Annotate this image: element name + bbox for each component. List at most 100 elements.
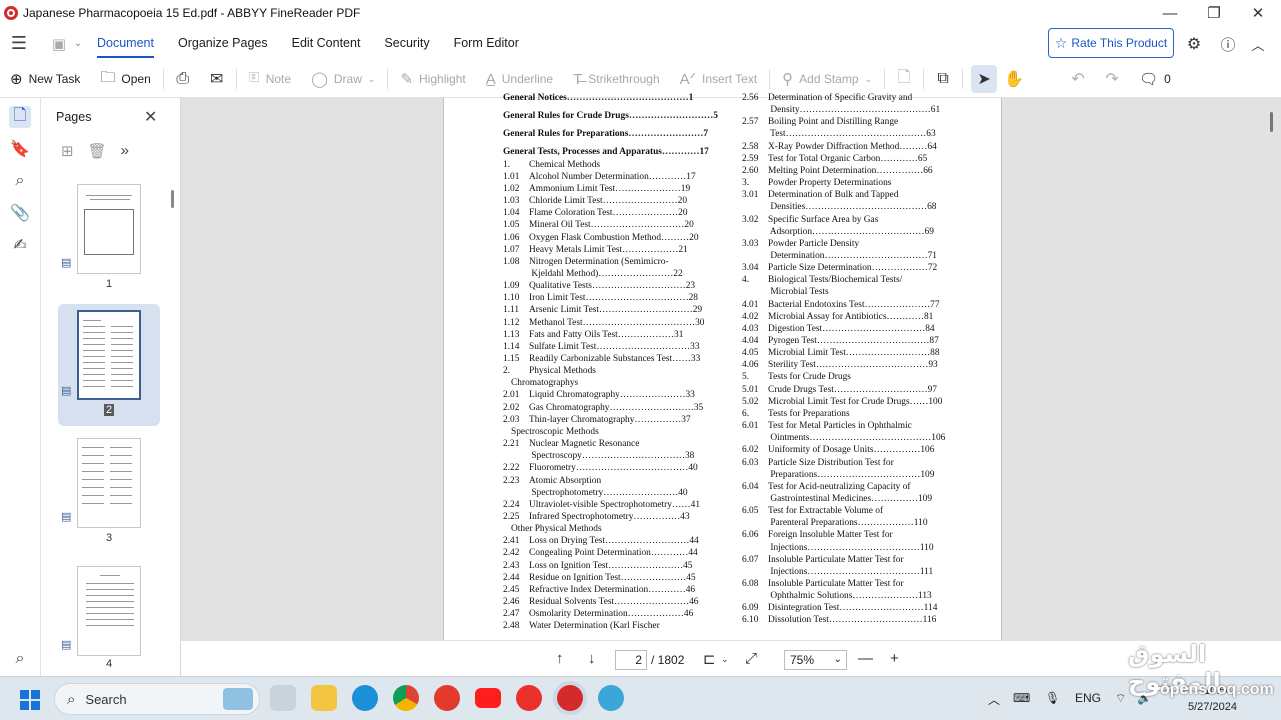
toc-entry: Other Physical Methods xyxy=(511,523,602,535)
toc-entry: 2.56 Determination of Specific Gravity an… xyxy=(742,92,912,104)
toc-entry: 1.10 Iron Limit Test……………………………28 xyxy=(503,292,698,304)
print-icon[interactable]: ⎙ xyxy=(166,61,200,98)
edge-browser-icon[interactable] xyxy=(352,685,378,711)
menu-document[interactable]: Document xyxy=(85,26,166,61)
bookmark-icon[interactable]: 🔖 xyxy=(9,138,31,160)
chevron-down-icon[interactable]: ⌄ xyxy=(721,654,729,665)
toc-text: Congealing Point Determination…………44 xyxy=(529,548,698,559)
toc-text: Flame Coloration Test…………………20 xyxy=(529,208,688,219)
collapse-ribbon-icon[interactable]: ︿ xyxy=(1236,29,1280,59)
toc-text: Kjeldahl Method)……………………22 xyxy=(529,268,683,279)
draw-button[interactable]: ◯ Draw ⌄ xyxy=(301,61,385,98)
highlighter-icon: ✎ xyxy=(400,71,414,88)
delete-page-icon[interactable]: 🗑 xyxy=(88,142,107,160)
page-thumbnail-3[interactable]: ▤ 3 xyxy=(58,436,160,558)
toc-entry: General Rules for Preparations……………………7 xyxy=(503,128,708,140)
add-page-icon[interactable]: ⊞ xyxy=(61,142,74,160)
toc-entry: 4.06 Sterility Test………………………………93 xyxy=(742,359,938,371)
toc-number: 4.05 xyxy=(742,348,759,359)
yandex-icon[interactable] xyxy=(434,685,460,711)
microphone-icon[interactable]: 🎙 xyxy=(1045,691,1060,705)
close-window-button[interactable]: ✕ xyxy=(1236,0,1280,26)
youtube-icon[interactable] xyxy=(475,688,501,708)
toc-text: Iron Limit Test……………………………28 xyxy=(529,293,698,304)
toc-entry: 2.44 Residue on Ignition Test…………………45 xyxy=(503,572,696,584)
toc-text: Test for Extractable Volume of xyxy=(768,506,884,517)
wifi-icon[interactable]: ⌔ xyxy=(1115,691,1126,706)
menu-edit-content[interactable]: Edit Content xyxy=(280,26,373,61)
search-icon[interactable]: ⌕ xyxy=(9,170,31,192)
note-button[interactable]: 🗉 Note xyxy=(239,61,301,98)
zoom-value: 75% xyxy=(790,653,815,667)
rate-this-product-button[interactable]: ☆ Rate This Product xyxy=(1048,28,1174,58)
taskbar-search-box[interactable]: ⌕ Search xyxy=(54,683,260,715)
toc-text: Fats and Fatty Oils Test………………31 xyxy=(529,329,684,340)
toc-text: Spectrophotometry……………………40 xyxy=(529,487,688,498)
file-explorer-icon[interactable] xyxy=(311,685,337,711)
select-cursor-icon[interactable]: ➤ xyxy=(971,65,998,93)
rate-label: Rate This Product xyxy=(1071,36,1168,50)
minimize-button[interactable]: — xyxy=(1148,0,1192,26)
toc-text: Ammonium Limit Test…………………19 xyxy=(529,183,691,194)
document-scrollbar[interactable] xyxy=(1270,112,1273,132)
save-dropdown-chevron-icon[interactable]: ⌄ xyxy=(71,38,85,49)
signature-icon[interactable]: ✍ xyxy=(9,234,31,256)
page-number-input[interactable]: 2 xyxy=(615,650,647,670)
email-icon[interactable]: ✉ xyxy=(200,61,234,98)
toc-text: Adsorption………………………………69 xyxy=(768,226,934,237)
toc-entry: 1.09 Qualitative Tests…………………………23 xyxy=(503,280,695,292)
yandex-browser-icon[interactable] xyxy=(516,685,542,711)
undo-icon[interactable]: ↶ xyxy=(1061,61,1095,98)
toc-entry: 2. Physical Methods xyxy=(503,365,596,377)
menu-form-editor[interactable]: Form Editor xyxy=(442,26,531,61)
attachment-icon[interactable]: 📎 xyxy=(9,202,31,224)
clock-date[interactable]: 5/27/2024 xyxy=(1188,701,1237,713)
page-thumbnail-1[interactable]: ▤ 1 xyxy=(58,182,160,304)
zoom-in-icon[interactable]: + xyxy=(890,650,899,667)
toc-text: Bacterial Endotoxins Test…………………77 xyxy=(768,299,940,310)
screenshot-icon[interactable]: ⧉ xyxy=(926,61,960,98)
menu-security[interactable]: Security xyxy=(372,26,441,61)
windows-start-icon[interactable] xyxy=(20,690,40,710)
close-icon[interactable]: ✕ xyxy=(144,107,157,127)
hand-tool-icon[interactable]: ✋ xyxy=(997,61,1031,98)
toc-number: 2.25 xyxy=(503,511,520,522)
toc-number: 4.01 xyxy=(742,299,759,310)
hamburger-menu-icon[interactable]: ☰ xyxy=(7,33,31,54)
chrome-browser-icon[interactable] xyxy=(393,685,419,711)
fit-page-icon[interactable]: ⤢ xyxy=(745,650,757,667)
menu-organize-pages[interactable]: Organize Pages xyxy=(166,26,280,61)
expand-panel-icon[interactable]: » xyxy=(121,142,129,160)
zoom-select[interactable]: 75% ⌄ xyxy=(784,650,847,670)
page-thumbnail-4[interactable]: ▤ 4 xyxy=(58,564,160,686)
tray-overflow-icon[interactable]: ︿ xyxy=(988,691,1000,708)
zoom-out-icon[interactable]: — xyxy=(858,650,873,667)
document-viewer[interactable]: General Notices…………………………………1 General Rul… xyxy=(181,93,1281,640)
toc-entry: 5.02 Microbial Limit Test for Crude Drugs… xyxy=(742,396,942,408)
ocr-search-icon[interactable]: ⌕ xyxy=(9,648,31,670)
finereader-taskbar-icon[interactable] xyxy=(557,685,583,711)
thumbnail-image xyxy=(77,566,141,656)
save-icon[interactable]: ▣ xyxy=(47,35,71,53)
page-thumbnail-2[interactable]: ▤ 2 xyxy=(58,304,160,426)
keyboard-icon[interactable]: ⌨ xyxy=(1013,691,1030,705)
next-page-icon[interactable]: ↓ xyxy=(588,650,596,667)
toc-text: Powder Property Determinations xyxy=(768,178,892,189)
highlight-button[interactable]: ✎ Highlight xyxy=(390,61,475,98)
toc-text: General Tests, Processes and Apparatus……… xyxy=(503,147,709,158)
weather-app-icon[interactable] xyxy=(598,685,624,711)
new-task-button[interactable]: ⊕ New Task xyxy=(0,61,90,98)
comments-button[interactable]: 🗨 0 xyxy=(1129,61,1181,98)
previous-page-icon[interactable]: ↑ xyxy=(556,650,564,667)
task-view-icon[interactable] xyxy=(270,685,296,711)
insert-text-icon: Aᐟ xyxy=(679,71,697,88)
redo-icon[interactable]: ↷ xyxy=(1095,61,1129,98)
toc-number: 2.48 xyxy=(503,621,520,632)
pages-panel-icon[interactable]: 🗋 xyxy=(9,106,31,128)
language-indicator[interactable]: ENG xyxy=(1075,691,1101,705)
open-button[interactable]: 🗀 Open xyxy=(90,61,160,98)
maximize-button[interactable]: ❐ xyxy=(1192,0,1236,26)
watermark-latin: opensooq.com xyxy=(1160,681,1274,698)
page-layout-icon[interactable]: ⊏ xyxy=(703,650,716,668)
panel-scrollbar[interactable] xyxy=(171,190,174,208)
